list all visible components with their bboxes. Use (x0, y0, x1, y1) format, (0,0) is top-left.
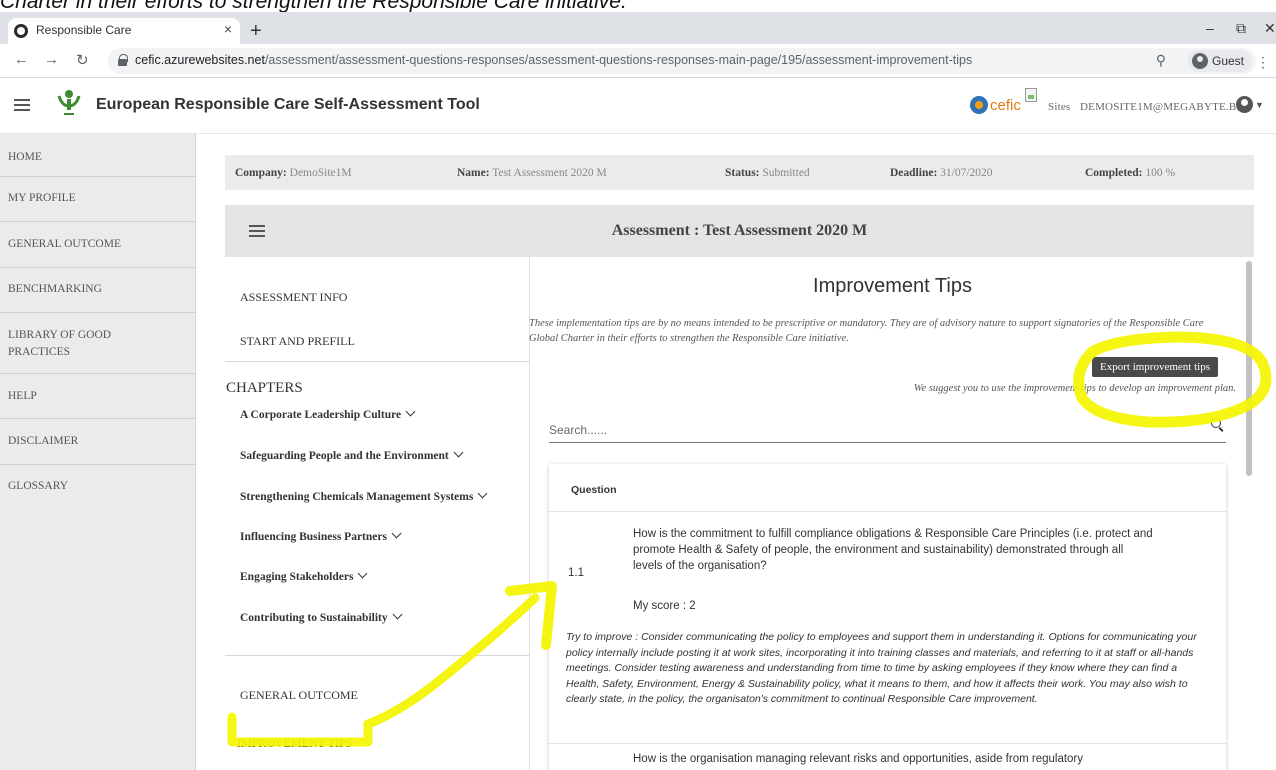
cefic-wordmark: cefic (990, 96, 1021, 114)
app-header: European Responsible Care Self-Assessmen… (0, 78, 1276, 134)
table-header-question: Question (571, 484, 617, 496)
caret-down-icon[interactable]: ▼ (1255, 100, 1264, 110)
sidebar-item-benchmarking[interactable]: BENCHMARKING (0, 268, 195, 313)
scrollbar-thumb[interactable] (1246, 261, 1252, 476)
broken-image-icon (1025, 88, 1037, 102)
nav-general-outcome[interactable]: GENERAL OUTCOME (240, 688, 358, 703)
new-tab-icon[interactable]: + (250, 21, 262, 41)
app-title: European Responsible Care Self-Assessmen… (96, 96, 480, 113)
nav-assessment-info[interactable]: ASSESSMENT INFO (240, 290, 347, 305)
question-text: How is the commitment to fulfill complia… (633, 528, 1153, 572)
table-divider (549, 743, 1226, 744)
responsible-care-logo (57, 90, 81, 115)
chevron-down-icon (453, 447, 464, 458)
sidebar-item-help[interactable]: HELP (0, 374, 195, 419)
chapter-sustainability[interactable]: Contributing to Sustainability (240, 609, 403, 624)
hamburger-menu-icon[interactable] (14, 99, 30, 111)
restore-icon[interactable]: ⧉ (1236, 20, 1246, 37)
question-score: My score : 2 (633, 600, 696, 612)
search-input[interactable] (549, 417, 1226, 443)
chevron-down-icon (477, 488, 488, 499)
chapter-safeguarding[interactable]: Safeguarding People and the Environment (240, 447, 464, 462)
question-number: 1.1 (568, 567, 584, 579)
browser-tab-strip: Responsible Care × + – ⧉ ✕ (0, 12, 1276, 44)
chevron-down-icon (391, 528, 402, 539)
name-info: Name: Test Assessment 2020 M (457, 167, 607, 179)
lock-icon (118, 54, 128, 66)
sidebar-item-general-outcome[interactable]: GENERAL OUTCOME (0, 222, 195, 268)
tab-close-icon[interactable]: × (224, 21, 232, 37)
back-icon[interactable]: ← (14, 51, 29, 68)
chapter-business-partners[interactable]: Influencing Business Partners (240, 528, 402, 543)
assessment-title: Assessment : Test Assessment 2020 M (611, 222, 868, 239)
assessment-title-bar: Assessment : Test Assessment 2020 M (225, 205, 1254, 257)
browser-tab[interactable]: Responsible Care × (8, 18, 240, 44)
sidebar-item-library[interactable]: LIBRARY OF GOOD PRACTICES (0, 313, 195, 374)
completed-info: Completed: 100 % (1085, 167, 1176, 179)
tab-title: Responsible Care (36, 23, 132, 37)
improvement-tip: Try to improve : Consider communicating … (566, 631, 1197, 705)
chapters-heading: CHAPTERS (226, 380, 303, 396)
menu-icon[interactable]: ⋮ (1256, 54, 1270, 71)
chapter-corporate-leadership[interactable]: A Corporate Leadership Culture (240, 406, 416, 421)
intro-text: These implementation tips are by no mean… (529, 318, 1204, 344)
cefic-logo: cefic (970, 94, 1021, 116)
assessment-nav: ASSESSMENT INFO START AND PREFILL CHAPTE… (225, 257, 530, 770)
chapter-chemicals-management[interactable]: Strengthening Chemicals Management Syste… (240, 488, 488, 503)
company-info: Company: DemoSite1M (235, 167, 352, 179)
nav-improvement-tips[interactable]: IMPROVEMENT TIPS (237, 736, 352, 751)
nav-start-and-prefill[interactable]: START AND PREFILL (240, 334, 355, 349)
table-divider (549, 511, 1226, 512)
sidebar-item-home[interactable]: HOME (0, 134, 195, 177)
address-bar[interactable]: cefic.azurewebsites.net/assessment/asses… (108, 48, 1270, 74)
zoom-icon[interactable]: ⚲ (1156, 52, 1166, 69)
export-improvement-tips-button[interactable]: Export improvement tips (1092, 357, 1218, 377)
cefic-mark-icon (970, 96, 988, 114)
url-text: cefic.azurewebsites.net/assessment/asses… (135, 53, 973, 67)
browser-toolbar: ← → ↻ cefic.azurewebsites.net/assessment… (0, 44, 1276, 78)
close-icon[interactable]: ✕ (1264, 20, 1276, 37)
suggestion-text: We suggest you to use the improvement ti… (913, 383, 1236, 394)
sidebar-item-glossary[interactable]: GLOSSARY (0, 465, 195, 510)
chevron-down-icon (392, 609, 403, 620)
page-title: Improvement Tips (813, 275, 972, 297)
questions-table: Question 1.1 How is the commitment to fu… (549, 464, 1226, 770)
search-icon[interactable] (1211, 418, 1224, 431)
user-account-icon[interactable] (1236, 96, 1253, 113)
reload-icon[interactable]: ↻ (76, 51, 89, 69)
document-caption: Charter in their efforts to strengthen t… (0, 0, 627, 13)
content-scrollbar[interactable] (1243, 257, 1255, 770)
assessment-info-bar: Company: DemoSite1M Name: Test Assessmen… (225, 155, 1254, 190)
favicon-icon (14, 24, 28, 38)
user-email[interactable]: DEMOSITE1M@MEGABYTE.BE (1080, 101, 1243, 113)
chevron-down-icon (405, 406, 416, 417)
improvement-tips-panel: Improvement Tips These implementation ti… (529, 257, 1254, 770)
profile-icon (1191, 53, 1208, 69)
nav-divider (225, 655, 530, 656)
forward-icon[interactable]: → (44, 51, 59, 68)
profile-button[interactable]: Guest (1187, 50, 1252, 72)
sites-link[interactable]: Sites (1048, 101, 1070, 113)
sidebar: HOME MY PROFILE GENERAL OUTCOME BENCHMAR… (0, 134, 196, 770)
sidebar-item-disclaimer[interactable]: DISCLAIMER (0, 419, 195, 465)
question-text: How is the organisation managing relevan… (633, 753, 1084, 765)
status-info: Status: Submitted (725, 167, 810, 179)
chevron-down-icon (357, 568, 368, 579)
deadline-info: Deadline: 31/07/2020 (890, 167, 993, 179)
minimize-icon[interactable]: – (1206, 20, 1214, 36)
nav-divider (225, 361, 530, 362)
profile-label: Guest (1211, 54, 1244, 68)
chapter-stakeholders[interactable]: Engaging Stakeholders (240, 568, 368, 583)
sidebar-item-my-profile[interactable]: MY PROFILE (0, 177, 195, 222)
